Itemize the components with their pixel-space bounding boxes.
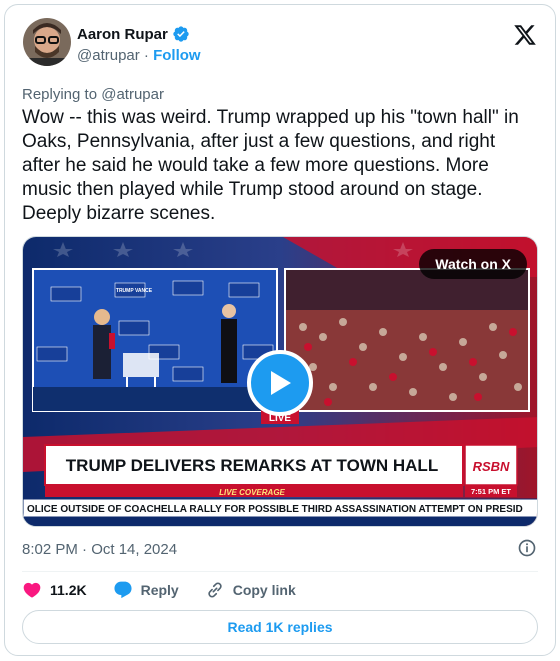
backdrop-sign-text: TRUMP VANCE	[116, 288, 153, 294]
handle-line: @atrupar · Follow	[77, 47, 201, 64]
link-icon	[208, 582, 222, 598]
copy-link-label: Copy link	[232, 582, 296, 598]
handle-separator: ·	[139, 47, 154, 64]
coverage-label: LIVE COVERAGE	[219, 488, 285, 497]
play-button[interactable]	[247, 350, 313, 416]
video-player[interactable]: TRUMP VANCE LIVE TRUMP DELIVERS REMARKS …	[22, 236, 538, 527]
follow-button[interactable]: Follow	[153, 47, 201, 64]
copy-link-button[interactable]: Copy link	[205, 580, 296, 600]
author-name-text[interactable]: Aaron Rupar	[77, 26, 168, 43]
author-name[interactable]: Aaron Rupar	[77, 25, 190, 43]
news-ticker: OLICE OUTSIDE OF COACHELLA RALLY FOR POS…	[27, 504, 523, 515]
reply-button[interactable]: Reply	[113, 580, 179, 600]
heart-icon	[23, 582, 41, 598]
avatar-image	[23, 18, 71, 66]
like-button[interactable]: 11.2K	[22, 580, 87, 600]
network-time: 7:51 PM ET	[471, 487, 511, 496]
watch-on-x-button[interactable]: Watch on X	[419, 249, 527, 279]
divider	[22, 571, 538, 572]
x-logo-icon[interactable]	[513, 23, 537, 47]
like-count: 11.2K	[50, 582, 87, 598]
info-icon[interactable]	[517, 538, 537, 558]
action-bar: 11.2K Reply Copy link	[22, 580, 322, 600]
avatar[interactable]	[23, 18, 71, 66]
tweet-text: Wow -- this was weird. Trump wrapped up …	[22, 107, 519, 224]
play-icon	[271, 371, 291, 395]
broadcast-headline: TRUMP DELIVERS REMARKS AT TOWN HALL	[66, 456, 438, 475]
reply-label: Reply	[140, 582, 179, 598]
tweet-card: Aaron Rupar @atrupar · Follow Replying t…	[4, 4, 556, 656]
reply-icon	[114, 581, 132, 599]
replying-to[interactable]: Replying to @atrupar	[22, 86, 164, 103]
author-handle[interactable]: @atrupar	[77, 47, 140, 64]
network-logo: RSBN	[473, 459, 510, 474]
tweet-timestamp[interactable]: 8:02 PM · Oct 14, 2024	[22, 541, 177, 558]
read-replies-button[interactable]: Read 1K replies	[22, 610, 538, 644]
verified-badge-icon	[173, 26, 189, 42]
